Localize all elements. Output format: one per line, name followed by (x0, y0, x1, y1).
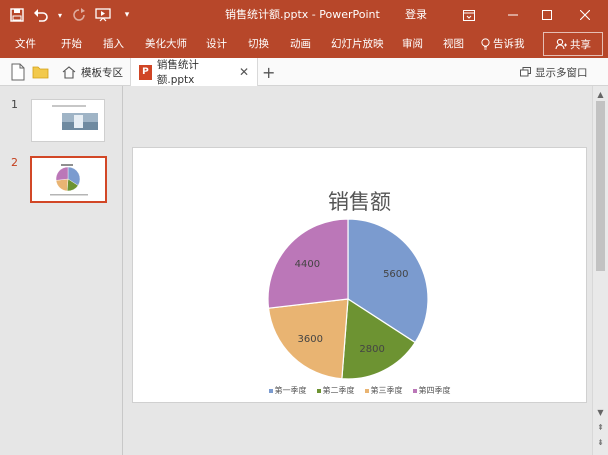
slide-2-preview (50, 164, 88, 196)
tab-file[interactable]: 文件 (15, 30, 36, 58)
tell-me-box[interactable]: 告诉我 (481, 30, 525, 58)
data-label-3: 3600 (298, 334, 323, 345)
new-document-icon[interactable] (10, 63, 26, 81)
home-icon (62, 65, 76, 79)
ribbon-tabs: 文件 开始 插入 美化大师 设计 切换 动画 幻灯片放映 审阅 视图 告诉我 共… (0, 30, 608, 58)
tell-me-label: 告诉我 (493, 38, 525, 50)
multi-window-label: 显示多窗口 (535, 66, 588, 79)
slide-thumbnail-1[interactable] (31, 99, 105, 142)
tab-beautify[interactable]: 美化大师 (145, 30, 187, 58)
scroll-down-icon[interactable]: ▼ (593, 406, 608, 418)
multi-window-icon (520, 67, 531, 77)
person-icon (555, 38, 567, 50)
quick-access-toolbar: ▾ ▾ (8, 0, 136, 30)
chart-title: 销售额 (328, 190, 391, 214)
document-tabs-bar: 模板专区 P 销售统计额.pptx ✕ + 显示多窗口 (0, 58, 608, 86)
next-slide-icon[interactable]: ⇟ (593, 436, 608, 448)
share-button[interactable]: 共享 (543, 32, 603, 56)
legend-label: 第三季度 (370, 386, 403, 395)
legend-label: 第二季度 (322, 386, 355, 395)
template-tab-label: 模板专区 (81, 66, 123, 79)
lightbulb-icon (481, 38, 490, 50)
previous-slide-icon[interactable]: ⇞ (593, 421, 608, 433)
legend-item-2: 第二季度 (316, 385, 355, 396)
tab-review[interactable]: 审阅 (402, 30, 423, 58)
data-label-4: 4400 (295, 259, 320, 270)
tab-slideshow[interactable]: 幻灯片放映 (331, 30, 384, 58)
legend-swatch (412, 388, 417, 393)
share-label: 共享 (570, 38, 591, 51)
tab-template-zone[interactable]: 模板专区 (56, 58, 129, 86)
mini-pie-slice-3 (55, 178, 69, 192)
chart-legend: 第一季度 第二季度 第三季度 第四季度 (133, 385, 586, 396)
data-label-2: 2800 (359, 344, 384, 355)
maximize-icon[interactable] (530, 0, 564, 30)
scrollbar-thumb[interactable] (596, 101, 605, 271)
show-multi-window-button[interactable]: 显示多窗口 (520, 58, 588, 86)
data-label-1: 5600 (383, 269, 408, 280)
legend-swatch (268, 388, 273, 393)
scroll-up-icon[interactable]: ▲ (593, 88, 608, 100)
legend-item-1: 第一季度 (268, 385, 307, 396)
legend-swatch (316, 388, 321, 393)
redo-icon[interactable] (70, 6, 88, 24)
legend-label: 第一季度 (274, 386, 307, 395)
close-icon[interactable] (568, 0, 602, 30)
tab-home[interactable]: 开始 (61, 30, 82, 58)
present-icon[interactable] (94, 6, 112, 24)
slide-thumbnail-pane: 1 2 (0, 86, 123, 455)
ribbon-display-options-icon[interactable] (452, 0, 486, 30)
undo-icon[interactable] (32, 6, 50, 24)
login-link[interactable]: 登录 (405, 0, 427, 30)
new-tab-icon[interactable]: + (262, 63, 275, 82)
tab-current-file[interactable]: P 销售统计额.pptx ✕ (130, 58, 258, 86)
legend-item-3: 第三季度 (364, 385, 403, 396)
file-tab-label: 销售统计额.pptx (156, 59, 199, 86)
tab-transitions[interactable]: 切换 (248, 30, 269, 58)
window-title: 销售统计额.pptx - PowerPoint (225, 8, 380, 21)
title-bar: ▾ ▾ 销售统计额.pptx - PowerPoint 登录 (0, 0, 608, 30)
tab-animations[interactable]: 动画 (290, 30, 311, 58)
tab-design[interactable]: 设计 (206, 30, 227, 58)
tab-view[interactable]: 视图 (443, 30, 464, 58)
undo-dropdown-icon[interactable]: ▾ (56, 6, 64, 24)
open-folder-icon[interactable] (32, 63, 49, 81)
slide-number-1: 1 (11, 98, 18, 111)
powerpoint-file-icon: P (139, 64, 152, 80)
current-slide[interactable]: 5600 2800 3600 4400 销售额 第一季度 第二季度 第三季度 第四季度 (132, 147, 587, 403)
save-icon[interactable] (8, 6, 26, 24)
slide-editor: 5600 2800 3600 4400 销售额 第一季度 第二季度 第三季度 第四季度 (124, 86, 592, 455)
slide-thumbnail-2[interactable] (30, 156, 107, 203)
legend-label: 第四季度 (418, 386, 451, 395)
close-tab-icon[interactable]: ✕ (239, 65, 249, 79)
legend-item-4: 第四季度 (412, 385, 451, 396)
mini-pie-slice-4 (55, 166, 69, 181)
tab-insert[interactable]: 插入 (103, 30, 124, 58)
minimize-icon[interactable] (496, 0, 530, 30)
customize-qat-icon[interactable]: ▾ (118, 6, 136, 24)
slide-1-preview (52, 105, 98, 130)
legend-swatch (364, 388, 369, 393)
vertical-scrollbar[interactable]: ▲ ▼ ⇞ ⇟ (592, 86, 608, 455)
slide-number-2: 2 (11, 156, 18, 169)
